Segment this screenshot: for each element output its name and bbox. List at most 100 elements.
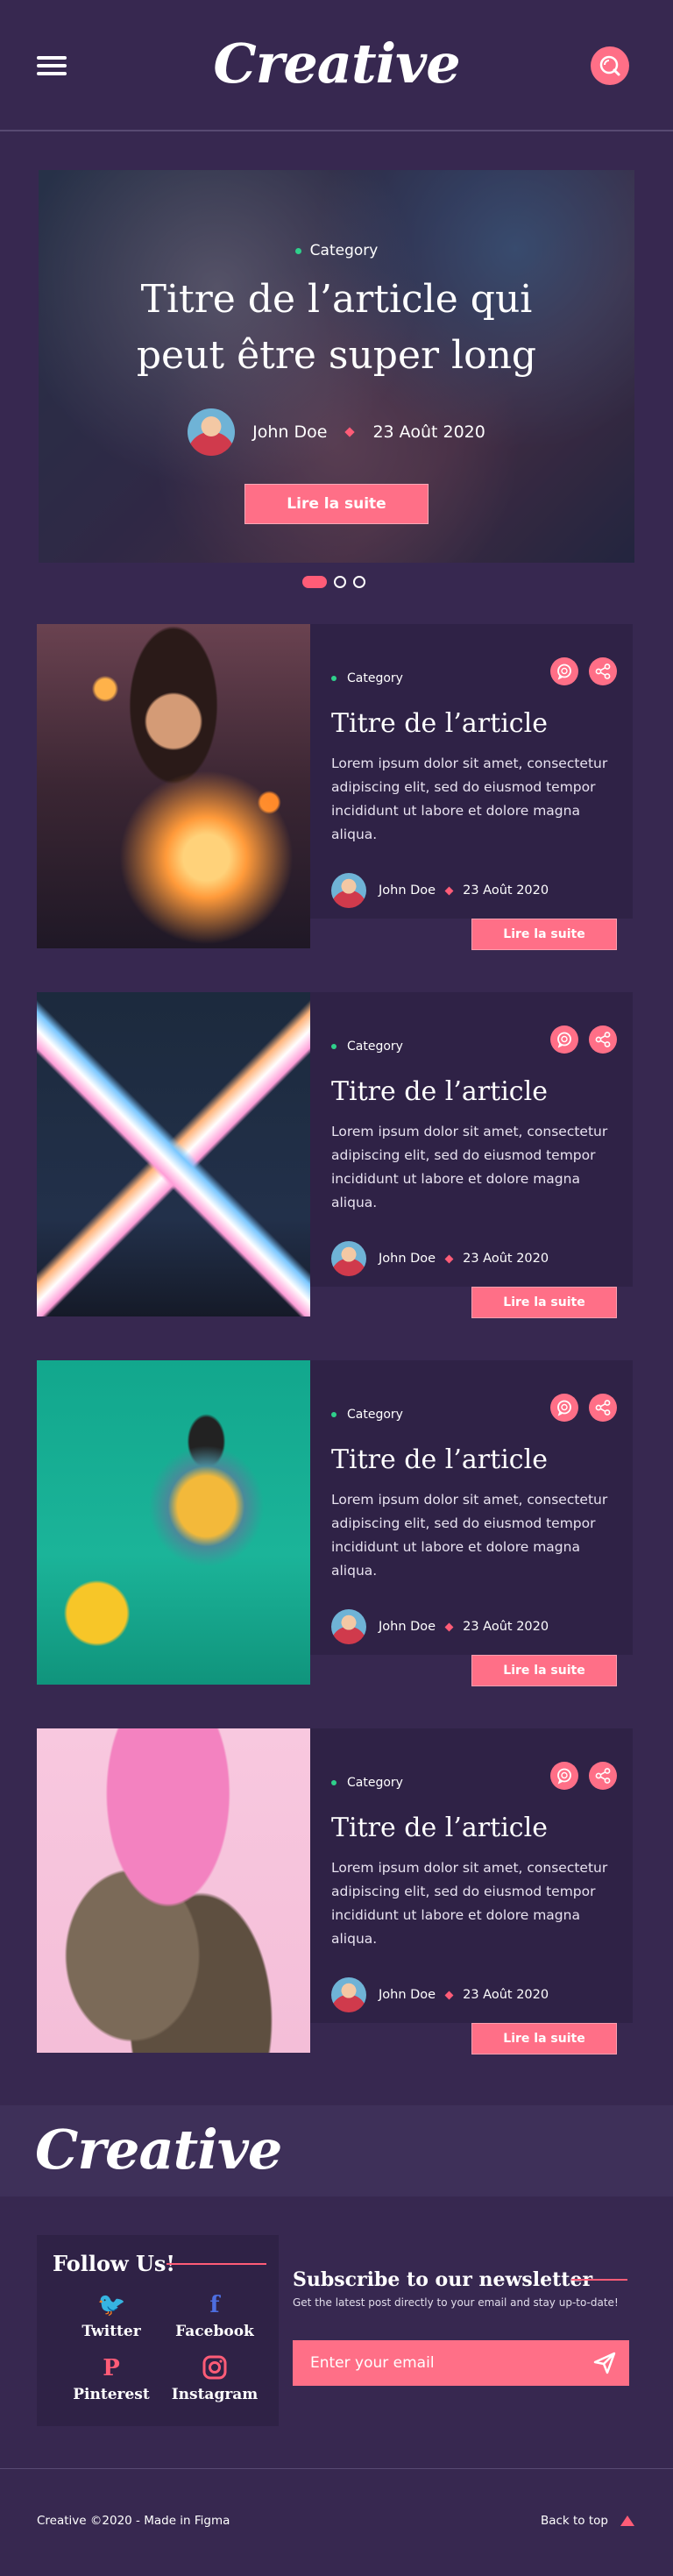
category-dot-icon <box>331 1412 336 1417</box>
newsletter-title: Subscribe to our newsletter <box>293 2268 593 2291</box>
comment-button[interactable] <box>550 1394 578 1422</box>
article-card: Category Titre de l’article Lorem ipsum … <box>37 1728 633 2054</box>
article-excerpt: Lorem ipsum dolor sit amet, consectetur … <box>331 1124 608 1210</box>
article-category[interactable]: Category <box>331 1408 403 1422</box>
social-pinterest-label: Pinterest <box>73 2386 150 2403</box>
comment-button[interactable] <box>550 1762 578 1790</box>
follow-title: Follow Us! <box>53 2251 175 2276</box>
site-logo[interactable]: Creative <box>0 32 673 96</box>
article-title[interactable]: Titre de l’article <box>331 1813 548 1843</box>
newsletter-title-underline <box>571 2279 627 2281</box>
social-instagram[interactable]: Instagram <box>166 2354 263 2403</box>
article-card: Category Titre de l’article Lorem ipsum … <box>37 624 633 950</box>
newsletter-form <box>293 2340 629 2386</box>
article-category[interactable]: Category <box>331 1776 403 1790</box>
facebook-icon: f <box>209 2292 220 2318</box>
hero-read-more-button[interactable]: Lire la suite <box>244 484 429 524</box>
article-category[interactable]: Category <box>331 671 403 685</box>
comment-icon <box>557 664 571 680</box>
hero-title[interactable]: Titre de l’article qui peut être super l… <box>126 272 547 384</box>
carousel-dot-1[interactable] <box>302 576 327 588</box>
social-twitter[interactable]: 🐦 Twitter <box>63 2291 159 2340</box>
article-image[interactable] <box>37 1360 310 1685</box>
comment-icon <box>557 1768 571 1785</box>
email-input[interactable] <box>293 2340 573 2386</box>
comment-icon <box>557 1032 571 1048</box>
header-divider <box>0 130 673 131</box>
category-dot-icon <box>331 1044 336 1049</box>
share-icon <box>595 664 611 679</box>
read-more-button[interactable]: Lire la suite <box>471 919 617 950</box>
diamond-separator-icon <box>444 1622 454 1631</box>
search-button[interactable] <box>591 46 629 85</box>
hero-category-label: Category <box>309 242 379 259</box>
article-title[interactable]: Titre de l’article <box>331 1076 548 1107</box>
read-more-button[interactable]: Lire la suite <box>471 1655 617 1686</box>
article-title[interactable]: Titre de l’article <box>331 708 548 739</box>
arrow-up-icon <box>620 2516 634 2526</box>
share-icon <box>595 1768 611 1784</box>
article-category-label: Category <box>347 1040 403 1054</box>
follow-title-underline <box>166 2263 266 2265</box>
article-author[interactable]: John Doe <box>379 1988 436 2002</box>
read-more-button[interactable]: Lire la suite <box>471 2023 617 2054</box>
article-author[interactable]: John Doe <box>379 1252 436 1266</box>
footer-logo[interactable]: Creative <box>35 2118 282 2182</box>
hero-category[interactable]: Category <box>39 242 634 259</box>
social-facebook[interactable]: f Facebook <box>166 2291 263 2340</box>
article-meta: John Doe 23 Août 2020 <box>331 1241 549 1276</box>
share-button[interactable] <box>589 1762 617 1790</box>
article-author[interactable]: John Doe <box>379 1620 436 1634</box>
article-title[interactable]: Titre de l’article <box>331 1444 548 1475</box>
hero-author[interactable]: John Doe <box>252 422 327 442</box>
comment-button[interactable] <box>550 1025 578 1054</box>
carousel-dot-2[interactable] <box>334 576 346 588</box>
back-to-top-link[interactable]: Back to top <box>541 2514 634 2528</box>
social-facebook-label: Facebook <box>175 2323 254 2340</box>
category-dot-icon <box>294 247 301 254</box>
article-category-label: Category <box>347 1776 403 1790</box>
send-icon[interactable] <box>592 2351 617 2375</box>
back-to-top-label: Back to top <box>540 2514 608 2528</box>
category-dot-icon <box>331 1780 336 1785</box>
article-date: 23 Août 2020 <box>463 1620 549 1634</box>
comment-button[interactable] <box>550 657 578 685</box>
author-avatar <box>331 1241 366 1276</box>
article-meta: John Doe 23 Août 2020 <box>331 873 549 908</box>
article-category-label: Category <box>347 671 403 685</box>
article-excerpt: Lorem ipsum dolor sit amet, consectetur … <box>331 756 608 842</box>
copyright-text: Creative ©2020 - Made in Figma <box>37 2514 230 2528</box>
hero-slider: Category Titre de l’article qui peut êtr… <box>39 170 634 563</box>
carousel-dot-3[interactable] <box>353 576 365 588</box>
share-icon <box>595 1400 611 1416</box>
footer-logo-band: Creative <box>0 2105 673 2196</box>
article-image[interactable] <box>37 624 310 948</box>
author-avatar <box>331 873 366 908</box>
article-author[interactable]: John Doe <box>379 884 436 898</box>
newsletter-subtitle: Get the latest post directly to your ema… <box>293 2296 619 2309</box>
article-excerpt: Lorem ipsum dolor sit amet, consectetur … <box>331 1492 608 1579</box>
comment-icon <box>557 1400 571 1416</box>
article-category[interactable]: Category <box>331 1040 403 1054</box>
social-pinterest[interactable]: P Pinterest <box>63 2354 159 2403</box>
author-avatar <box>331 1977 366 2012</box>
author-avatar <box>331 1609 366 1644</box>
twitter-icon: 🐦 <box>97 2292 126 2318</box>
carousel-pagination <box>302 576 365 588</box>
site-header: Creative <box>0 0 673 131</box>
hero-date: 23 Août 2020 <box>372 422 485 442</box>
diamond-separator-icon <box>444 886 454 895</box>
share-button[interactable] <box>589 1025 617 1054</box>
search-icon <box>599 55 620 76</box>
share-button[interactable] <box>589 1394 617 1422</box>
category-dot-icon <box>331 676 336 681</box>
share-button[interactable] <box>589 657 617 685</box>
share-icon <box>595 1032 611 1047</box>
article-body: Category Titre de l’article Lorem ipsum … <box>310 1728 633 2023</box>
article-image[interactable] <box>37 1728 310 2053</box>
follow-us-box: Follow Us! 🐦 Twitter f Facebook P Pinter… <box>37 2235 279 2426</box>
article-image[interactable] <box>37 992 310 1316</box>
diamond-separator-icon <box>444 1254 454 1263</box>
read-more-button[interactable]: Lire la suite <box>471 1287 617 1318</box>
article-excerpt: Lorem ipsum dolor sit amet, consectetur … <box>331 1860 608 1947</box>
